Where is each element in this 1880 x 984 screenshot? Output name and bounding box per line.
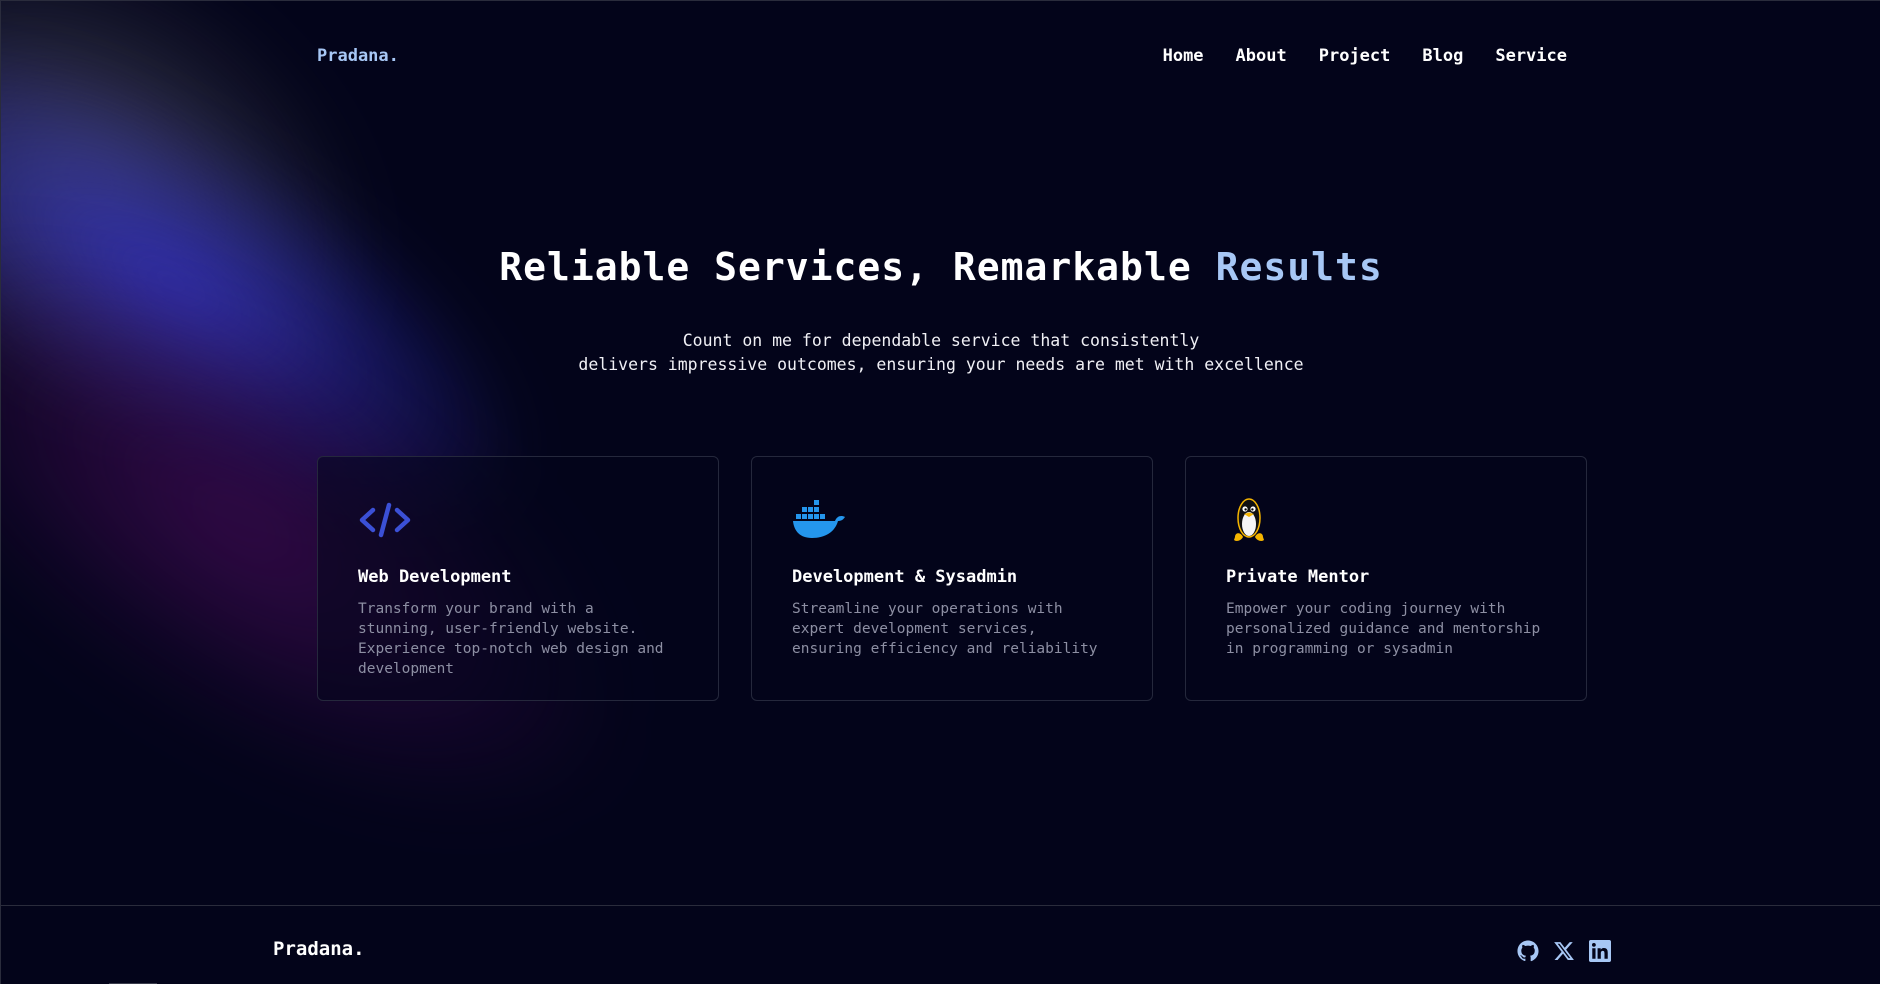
- service-card-development-sysadmin[interactable]: Development & Sysadmin Streamline your o…: [751, 456, 1153, 701]
- site-footer: Pradana.: [1, 905, 1880, 984]
- nav-home[interactable]: Home: [1163, 46, 1204, 66]
- header-logo[interactable]: Pradana.: [317, 46, 399, 66]
- card-title: Private Mentor: [1226, 567, 1370, 587]
- linkedin-icon: [1589, 940, 1611, 962]
- linux-tux-icon: [1234, 498, 1264, 541]
- code-icon: [359, 502, 411, 538]
- service-card-web-development[interactable]: Web Development Transform your brand wit…: [317, 456, 719, 701]
- nav-project[interactable]: Project: [1319, 46, 1391, 66]
- main-nav: Home About Project Blog Service: [1163, 46, 1567, 66]
- site-header: Pradana. Home About Project Blog Service: [317, 41, 1567, 71]
- card-title: Development & Sysadmin: [792, 567, 1018, 587]
- hero-subtitle-line-2: delivers impressive outcomes, ensuring y…: [578, 355, 1304, 374]
- service-page: Pradana. Home About Project Blog Service…: [0, 0, 1880, 984]
- service-cards: Web Development Transform your brand wit…: [317, 456, 1587, 701]
- hero-subtitle-line-1: Count on me for dependable service that …: [682, 331, 1200, 350]
- github-icon: [1517, 940, 1539, 962]
- card-title: Web Development: [358, 567, 512, 587]
- nav-blog[interactable]: Blog: [1422, 46, 1463, 66]
- x-twitter-link[interactable]: [1553, 940, 1575, 962]
- linkedin-link[interactable]: [1589, 940, 1611, 962]
- hero-subtitle: Count on me for dependable service that …: [1, 329, 1880, 377]
- social-links: [1517, 940, 1611, 962]
- hero-title-accent: Results: [1215, 245, 1383, 289]
- nav-service[interactable]: Service: [1495, 46, 1567, 66]
- card-description: Streamline your operations with expert d…: [792, 601, 1098, 657]
- footer-logo: Pradana.: [273, 938, 365, 960]
- github-link[interactable]: [1517, 940, 1539, 962]
- hero-title-main: Reliable Services, Remarkable: [499, 245, 1192, 289]
- service-card-private-mentor[interactable]: Private Mentor Empower your coding journ…: [1185, 456, 1587, 701]
- card-description: Transform your brand with a stunning, us…: [358, 601, 664, 677]
- x-twitter-icon: [1554, 942, 1574, 960]
- docker-icon: [793, 500, 845, 538]
- hero-title: Reliable Services, Remarkable Results: [1, 245, 1880, 289]
- nav-about[interactable]: About: [1236, 46, 1287, 66]
- card-description: Empower your coding journey with persona…: [1226, 601, 1541, 657]
